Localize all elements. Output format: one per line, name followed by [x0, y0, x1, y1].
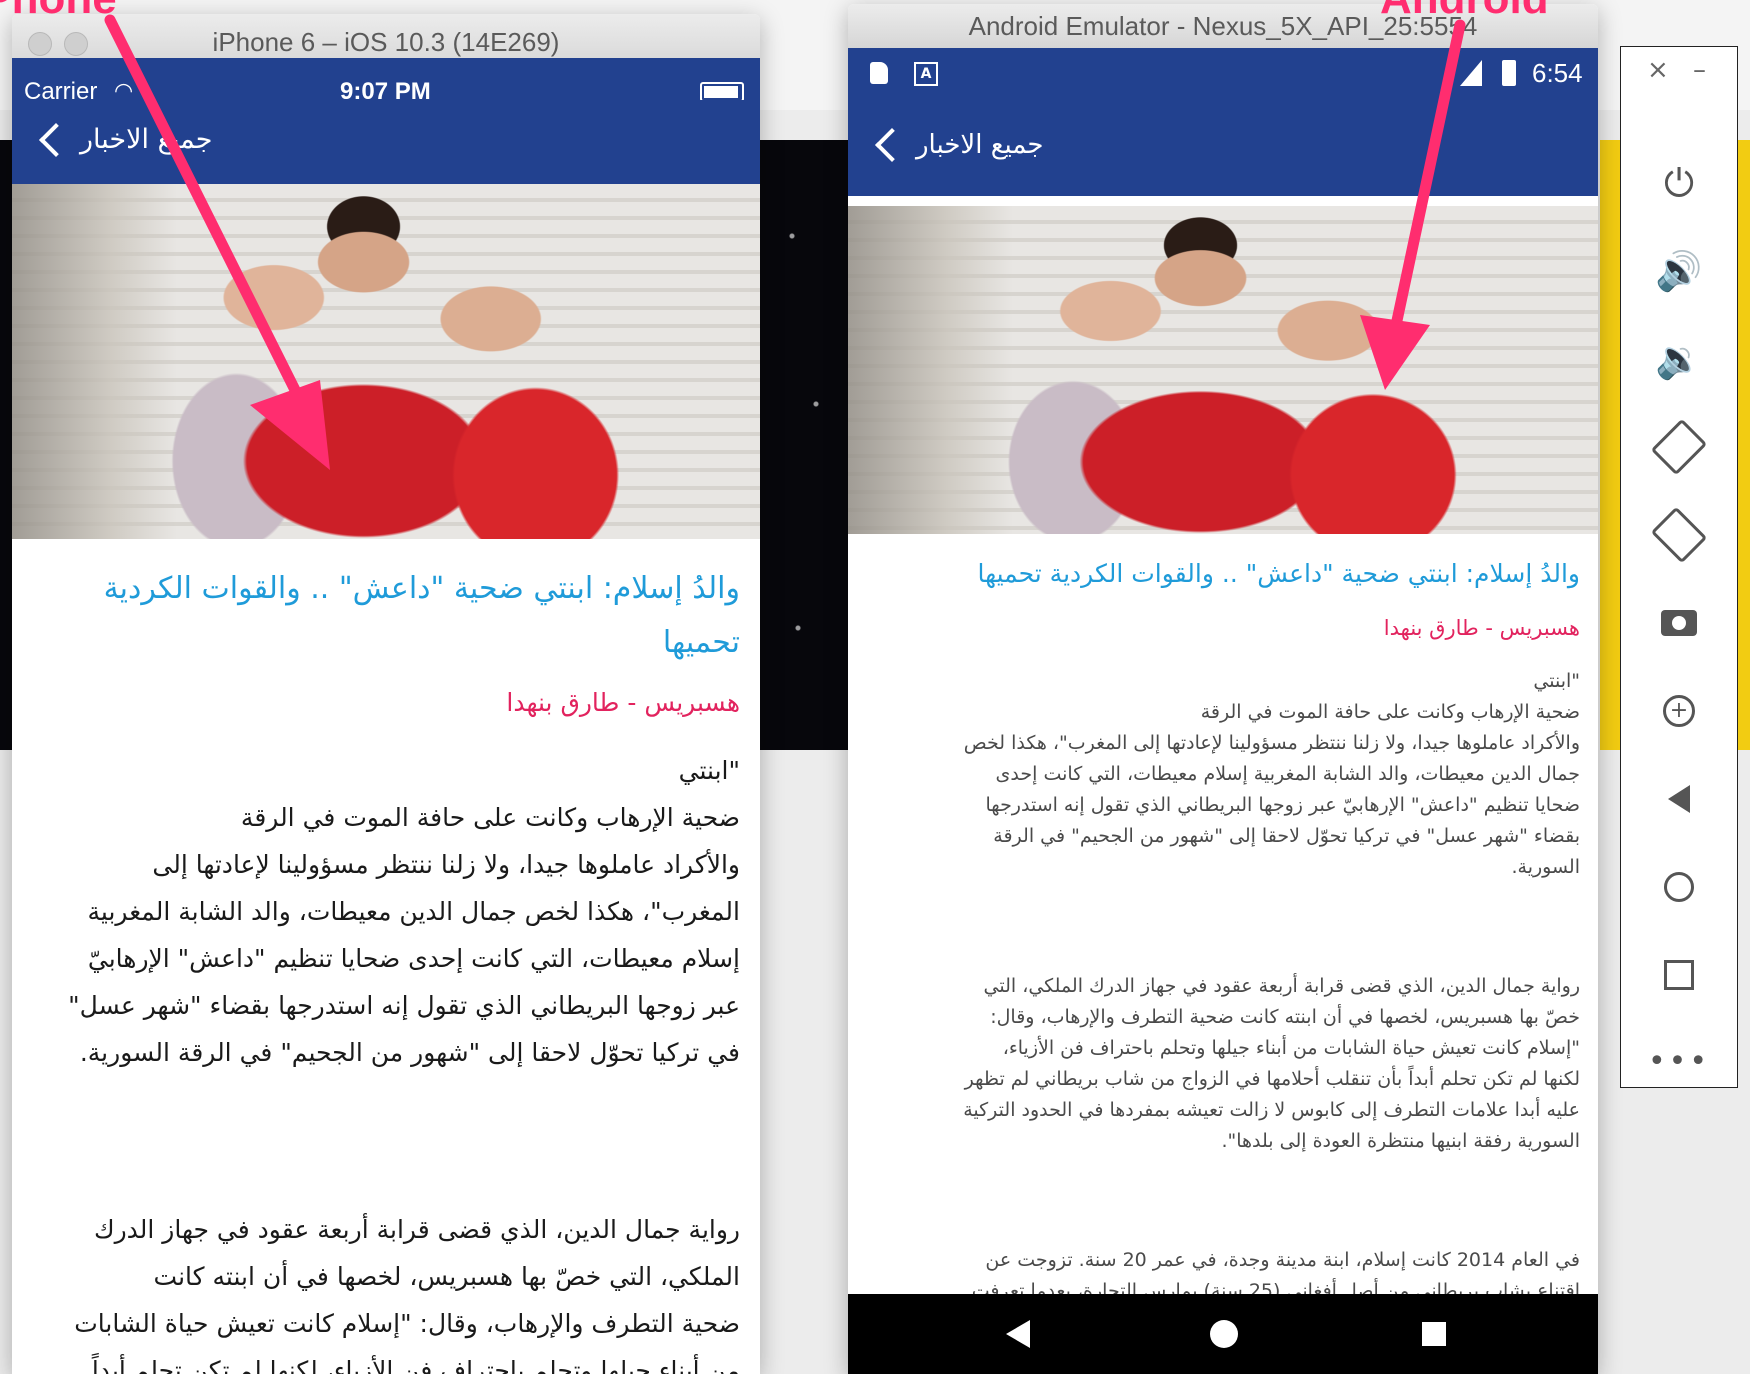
body-line: والأكراد عاملوها جيدا، ولا زلنا ننتظر مس… — [152, 850, 740, 879]
body-line: عليه أبدا علامات التطرف إلى كابوس لا زال… — [963, 1099, 1580, 1121]
volume-down-button[interactable]: 🔉 — [1621, 331, 1737, 387]
home-nav-button[interactable] — [1621, 859, 1737, 915]
article-byline: هسبريس - طارق بنهدا — [1383, 616, 1580, 640]
iphone-simulator-window: iPhone 6 – iOS 10.3 (14E269) Carrier ◠ 9… — [12, 14, 760, 1374]
body-line: السورية رفقة ابنيها منتظرة العودة إلى بل… — [1221, 1130, 1580, 1152]
article-body: "ابنتي ضحية الإرهاب وكانت على حافة الموت… — [866, 666, 1580, 1307]
overview-nav-button[interactable] — [1621, 947, 1737, 1003]
body-line: "ابنتي — [678, 756, 740, 785]
back-button-label: جميع الاخبار — [916, 130, 1044, 160]
home-circle-icon — [1664, 872, 1694, 902]
more-dots-icon: ••• — [1647, 1043, 1711, 1079]
body-line: المغرب"، هكذا لخص جمال الدين معيطات، وال… — [87, 897, 740, 926]
android-article: والدُ إسلام: ابنتي ضحية "داعش" .. والقوا… — [866, 552, 1580, 1307]
article-byline: هسبريس - طارق بنهدا — [506, 688, 740, 717]
power-button[interactable]: ⏻ — [1621, 155, 1737, 211]
body-line: ضحية الإرهاب وكانت على حافة الموت في الر… — [240, 803, 740, 832]
article-hero-image — [848, 206, 1598, 534]
panel-close-icon[interactable]: × — [1647, 55, 1669, 85]
body-line: من أبناء جيلها وتحلم باحتراف فن الأزياء،… — [91, 1356, 740, 1374]
power-icon: ⏻ — [1663, 160, 1695, 205]
emulator-control-panel: × – ⏻ 🔊 🔉 + ••• — [1620, 46, 1738, 1088]
back-triangle-icon[interactable] — [1006, 1320, 1030, 1348]
body-line: رواية جمال الدين، الذي قضى قرابة أربعة ع… — [983, 975, 1580, 997]
article-headline: والدُ إسلام: ابنتي ضحية "داعش" .. والقوا… — [977, 559, 1580, 588]
overview-square-icon — [1664, 960, 1694, 990]
android-toolbar: جميع الاخبار — [848, 100, 1598, 196]
article-hero-image — [12, 184, 760, 539]
body-line: إسلام معيطات، التي كانت إحدى ضحايا تنظيم… — [87, 944, 740, 973]
sd-card-icon — [870, 62, 888, 84]
zoom-in-icon: + — [1663, 695, 1695, 727]
rotate-right-button[interactable] — [1621, 506, 1737, 564]
more-button[interactable]: ••• — [1621, 1033, 1737, 1089]
status-time: 6:54 — [1532, 58, 1583, 88]
android-emulator-window: Android Emulator - Nexus_5X_API_25:5554 … — [848, 4, 1598, 1374]
body-line: رواية جمال الدين، الذي قضى قرابة أربعة ع… — [94, 1215, 740, 1244]
window-minimize-button[interactable] — [64, 32, 88, 56]
body-line: والأكراد عاملوها جيدا، ولا زلنا ننتظر مس… — [963, 732, 1580, 754]
ios-navigation-bar: جميع الاخبار — [12, 100, 760, 184]
headline-line: تحميها — [662, 625, 740, 660]
back-triangle-icon — [1668, 785, 1690, 813]
rotate-right-icon — [1650, 506, 1708, 564]
back-button[interactable]: جميع الاخبار — [34, 122, 213, 157]
screenshot-button[interactable] — [1621, 595, 1737, 651]
back-nav-button[interactable] — [1621, 771, 1737, 827]
article-body: "ابنتي ضحية الإرهاب وكانت على حافة الموت… — [52, 747, 740, 1374]
body-line: ضحايا تنظيم "داعش" الإرهابيّ عبر زوجها ا… — [985, 794, 1580, 816]
home-circle-icon[interactable] — [1210, 1320, 1238, 1348]
body-line: الملكي، التي خصّ بها هسبريس، لخصها في أن… — [153, 1262, 740, 1291]
body-line: في تركيا تحوّل لاحقا إلى "شهور من الجحيم… — [79, 1038, 740, 1067]
chevron-left-icon — [875, 128, 909, 162]
body-line: بقضاء "شهر عسل" في تركيا تحوّل لاحقا إلى… — [993, 825, 1580, 847]
volume-up-icon: 🔊 — [1655, 248, 1703, 293]
android-annotation-label: Android — [1380, 0, 1549, 24]
body-line: في العام 2014 كانت إسلام، ابنة مدينة وجد… — [985, 1249, 1580, 1271]
body-line: جمال الدين معيطات، والد الشابة المغربية … — [995, 763, 1580, 785]
body-line: خصّ بها هسبريس، لخصها في أن ابنته كانت ض… — [990, 1006, 1580, 1028]
body-line: ضحية التطرف والإرهاب، وقال: "إسلام كانت … — [74, 1309, 740, 1338]
iphone-window-title: iPhone 6 – iOS 10.3 (14E269) — [212, 27, 560, 57]
body-line: "ابنتي — [1533, 670, 1580, 692]
iphone-annotation-label: iPhone — [0, 0, 117, 24]
body-line: "إسلام كانت تعيش حياة الشابات من أبناء ج… — [1002, 1037, 1580, 1059]
wallpaper-sparkles — [780, 180, 840, 740]
battery-icon — [1502, 60, 1516, 86]
back-button-label: جميع الاخبار — [80, 124, 213, 155]
chevron-left-icon — [39, 122, 73, 157]
android-navigation-bar — [848, 1294, 1598, 1374]
body-line: ضحية الإرهاب وكانت على حافة الموت في الر… — [1200, 701, 1580, 723]
signal-icon — [1460, 60, 1482, 86]
ios-status-bar: Carrier ◠ 9:07 PM — [12, 58, 760, 105]
rotate-left-button[interactable] — [1621, 418, 1737, 476]
back-button[interactable]: جميع الاخبار — [870, 128, 1044, 162]
zoom-button[interactable]: + — [1621, 683, 1737, 739]
recents-square-icon[interactable] — [1422, 1322, 1446, 1346]
body-line: لكنها لم تكن تحلم أبداً بأن تنقلب أحلامه… — [964, 1068, 1580, 1090]
window-close-button[interactable] — [28, 32, 52, 56]
android-status-bar: A 6:54 — [848, 48, 1598, 100]
volume-down-icon: 🔉 — [1655, 336, 1703, 381]
camera-icon — [1661, 610, 1697, 636]
rotate-left-icon — [1650, 418, 1708, 476]
article-headline: والدُ إسلام: ابنتي ضحية "داعش" .. والقوا… — [52, 562, 740, 670]
body-line: السورية. — [1511, 856, 1580, 878]
battery-icon — [700, 82, 744, 102]
iphone-article: والدُ إسلام: ابنتي ضحية "داعش" .. والقوا… — [52, 562, 740, 1374]
body-line: عبر زوجها البريطاني الذي تقول إنه استدرج… — [68, 991, 740, 1020]
headline-line: والدُ إسلام: ابنتي ضحية "داعش" .. والقوا… — [103, 571, 740, 606]
volume-up-button[interactable]: 🔊 — [1621, 243, 1737, 299]
notification-icon: A — [914, 62, 938, 86]
panel-minimize-icon[interactable]: – — [1693, 55, 1706, 85]
